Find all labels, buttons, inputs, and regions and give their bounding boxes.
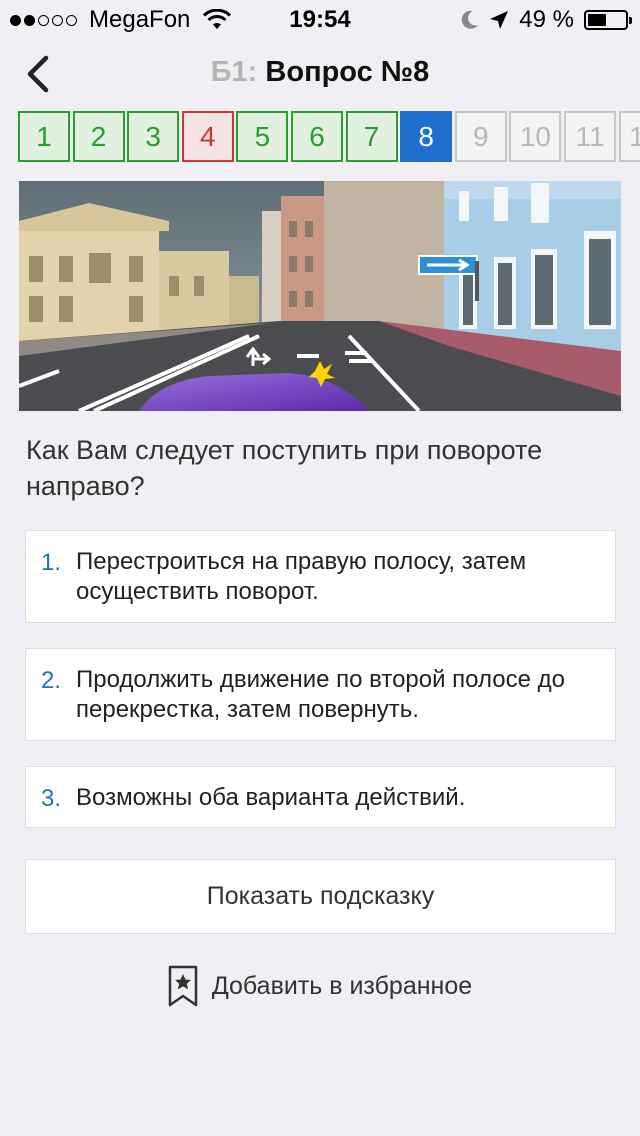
answer-number: 3. (41, 785, 62, 812)
answer-option-3[interactable]: 3. Возможны оба варианта действий. (25, 766, 616, 828)
answer-text: Продолжить движение по второй полосе до … (76, 666, 565, 723)
nav-bar: Б1: Вопрос №8 (0, 40, 640, 104)
moon-icon (462, 10, 479, 29)
question-title: Вопрос №8 (265, 56, 430, 88)
answer-text: Возможны оба варианта действий. (76, 784, 466, 811)
question-text: Как Вам следует поступить при повороте н… (26, 435, 543, 501)
status-right: 49 % (461, 6, 632, 34)
show-hint-button[interactable]: Показать подсказку (25, 859, 616, 934)
answer-number: 2. (41, 667, 62, 694)
question-number-9[interactable]: 9 (454, 111, 507, 162)
question-number-8[interactable]: 8 (400, 111, 453, 162)
bookmark-star-icon (168, 965, 198, 1007)
road-scene-image (19, 181, 621, 411)
battery-icon (584, 10, 632, 30)
question-number-10[interactable]: 10 (509, 111, 562, 162)
question-number-strip: 123456789101112 (18, 111, 640, 163)
battery-level (588, 14, 606, 26)
ticket-prefix: Б1: (210, 56, 258, 88)
question-number-3[interactable]: 3 (127, 111, 180, 162)
question-number-4[interactable]: 4 (181, 111, 234, 162)
question-number-2[interactable]: 2 (72, 111, 125, 162)
question-number-1[interactable]: 1 (18, 111, 70, 162)
question-number-11[interactable]: 11 (564, 111, 616, 162)
status-bar: MegaFon 19:54 49 % (0, 0, 640, 40)
add-to-favorites-button[interactable]: Добавить в избранное (0, 964, 640, 1008)
question-number-6[interactable]: 6 (291, 111, 343, 162)
answer-number: 1. (41, 549, 62, 576)
battery-percent: 49 % (519, 6, 574, 33)
question-number-5[interactable]: 5 (236, 111, 289, 162)
location-arrow-icon (490, 11, 509, 29)
answer-option-2[interactable]: 2. Продолжить движение по второй полосе … (25, 648, 616, 741)
question-number-12[interactable]: 12 (618, 111, 640, 162)
question-number-7[interactable]: 7 (345, 111, 398, 162)
favorite-label: Добавить в избранное (211, 971, 473, 1000)
page-title: Б1: Вопрос №8 (0, 56, 640, 89)
answer-option-1[interactable]: 1. Перестроиться на правую полосу, затем… (25, 530, 616, 623)
answer-text: Перестроиться на правую полосу, затем ос… (76, 548, 527, 605)
